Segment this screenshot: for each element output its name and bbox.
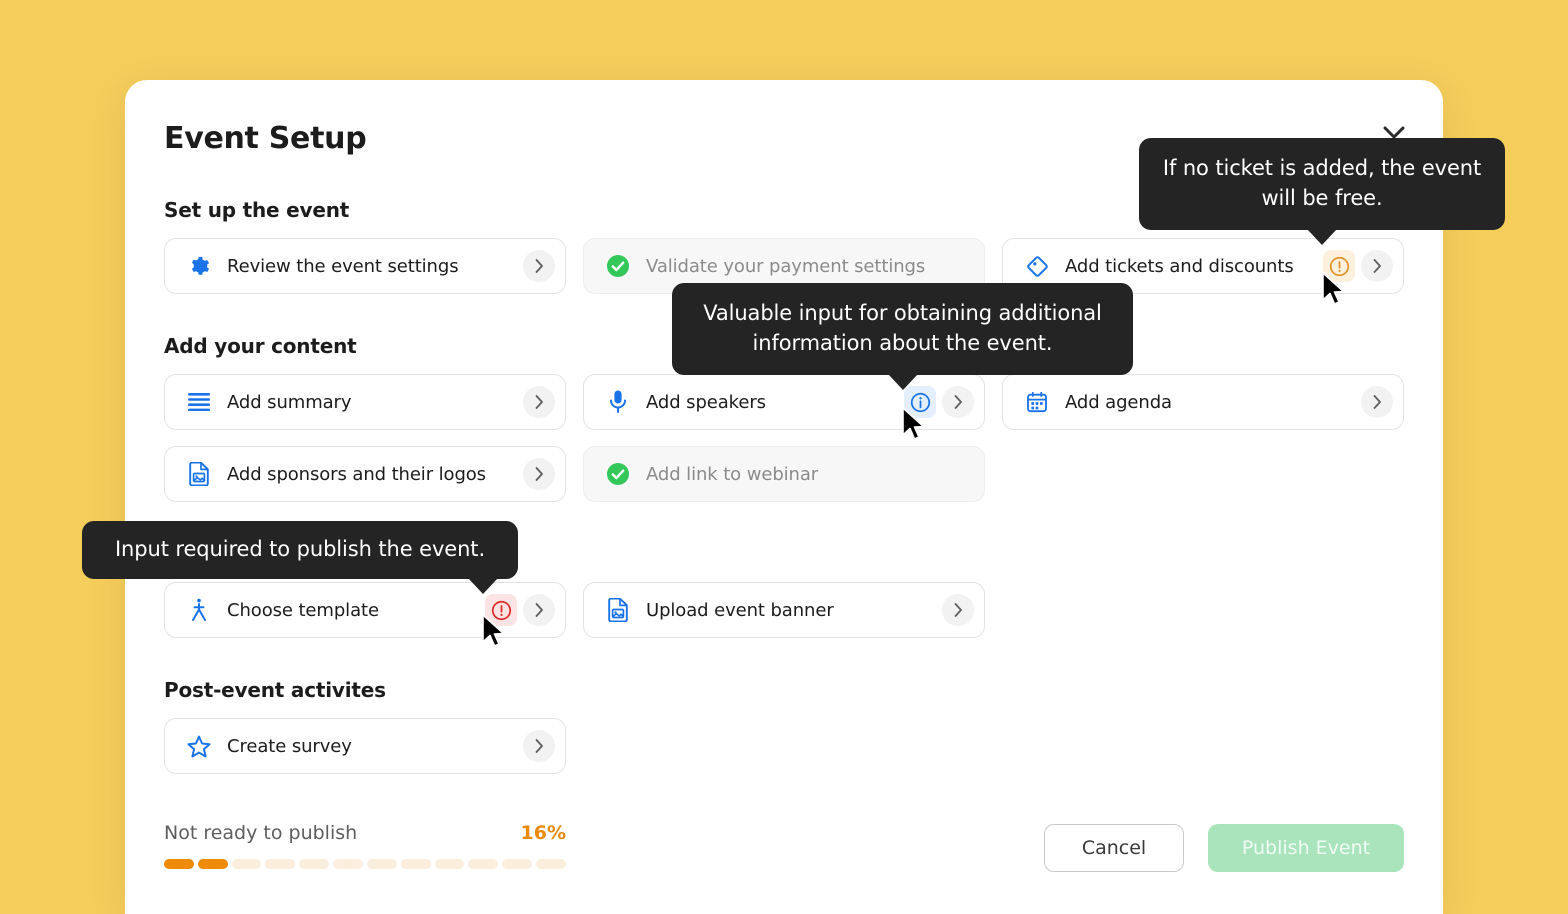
- ticket-icon: [1025, 254, 1049, 278]
- microphone-icon: [606, 390, 630, 414]
- task-label: Add speakers: [646, 391, 766, 413]
- check-circle-icon: [606, 254, 630, 278]
- chevron-right-icon[interactable]: [942, 594, 974, 626]
- progress-segment: [197, 859, 228, 869]
- template-tooltip: Input required to publish the event.: [82, 521, 518, 594]
- chevron-right-icon[interactable]: [1361, 386, 1393, 418]
- section-title-set-up-the-event: Set up the event: [164, 198, 350, 222]
- tooltip-text: If no ticket is added, the event will be…: [1162, 156, 1482, 210]
- task-label: Add tickets and discounts: [1065, 255, 1294, 277]
- task-label: Validate your payment settings: [646, 255, 926, 277]
- task-label: Add summary: [227, 391, 352, 413]
- task-review-event-settings[interactable]: Review the event settings: [164, 238, 566, 294]
- publish-status: Not ready to publish 16%: [164, 822, 566, 844]
- task-add-link-to-webinar: Add link to webinar: [583, 446, 985, 502]
- screen: Event Setup Set up the event Review the …: [0, 0, 1568, 914]
- info-icon[interactable]: [904, 386, 936, 418]
- task-label: Add agenda: [1065, 391, 1172, 413]
- progress-segment: [502, 859, 533, 869]
- chevron-right-icon[interactable]: [523, 458, 555, 490]
- chevron-right-icon[interactable]: [523, 594, 555, 626]
- progress-segment: [299, 859, 330, 869]
- progress-segment: [164, 859, 194, 869]
- progress-segment: [468, 859, 499, 869]
- tickets-tooltip: If no ticket is added, the event will be…: [1139, 138, 1505, 245]
- task-label: Add sponsors and their logos: [227, 463, 486, 485]
- progress-segment: [400, 859, 431, 869]
- image-file-icon: [187, 462, 211, 486]
- progress-segment: [366, 859, 397, 869]
- calendar-icon: [1025, 390, 1049, 414]
- progress-segment: [536, 859, 566, 869]
- progress-percent: 16%: [520, 822, 566, 844]
- progress-bar: [164, 859, 566, 869]
- tooltip-text: Valuable input for obtaining additional …: [703, 301, 1102, 355]
- gear-icon: [187, 254, 211, 278]
- task-create-survey[interactable]: Create survey: [164, 718, 566, 774]
- tooltip-text: Input required to publish the event.: [114, 537, 486, 561]
- chevron-right-icon[interactable]: [523, 730, 555, 762]
- publish-event-button: Publish Event: [1208, 824, 1404, 872]
- task-add-agenda[interactable]: Add agenda: [1002, 374, 1404, 430]
- chevron-right-icon[interactable]: [523, 386, 555, 418]
- task-label: Add link to webinar: [646, 463, 819, 485]
- cancel-button[interactable]: Cancel: [1044, 824, 1184, 872]
- task-label: Create survey: [227, 735, 352, 757]
- task-add-sponsors-and-their-logos[interactable]: Add sponsors and their logos: [164, 446, 566, 502]
- tooltip-tail: [468, 577, 498, 594]
- task-choose-template[interactable]: Choose template: [164, 582, 566, 638]
- chevron-right-icon[interactable]: [942, 386, 974, 418]
- progress-segment: [231, 859, 262, 869]
- task-upload-event-banner[interactable]: Upload event banner: [583, 582, 985, 638]
- check-circle-icon: [606, 462, 630, 486]
- progress-segment: [265, 859, 296, 869]
- task-add-summary[interactable]: Add summary: [164, 374, 566, 430]
- image-file-icon: [606, 598, 630, 622]
- task-label: Review the event settings: [227, 255, 459, 277]
- error-icon[interactable]: [485, 594, 517, 626]
- section-title-post-event-activites: Post-event activites: [164, 678, 386, 702]
- status-label: Not ready to publish: [164, 822, 358, 844]
- star-icon: [187, 734, 211, 758]
- page-title: Event Setup: [164, 121, 367, 156]
- chevron-right-icon[interactable]: [1361, 250, 1393, 282]
- task-label: Upload event banner: [646, 599, 834, 621]
- progress-segment: [434, 859, 465, 869]
- task-label: Choose template: [227, 599, 379, 621]
- template-icon: [187, 598, 211, 622]
- task-add-speakers[interactable]: Add speakers: [583, 374, 985, 430]
- tooltip-tail: [888, 373, 918, 390]
- chevron-right-icon[interactable]: [523, 250, 555, 282]
- progress-segment: [333, 859, 363, 869]
- list-icon: [187, 390, 211, 414]
- section-title-add-your-content: Add your content: [164, 334, 357, 358]
- tooltip-tail: [1307, 228, 1337, 245]
- warning-icon[interactable]: [1323, 250, 1355, 282]
- speakers-tooltip: Valuable input for obtaining additional …: [672, 283, 1133, 390]
